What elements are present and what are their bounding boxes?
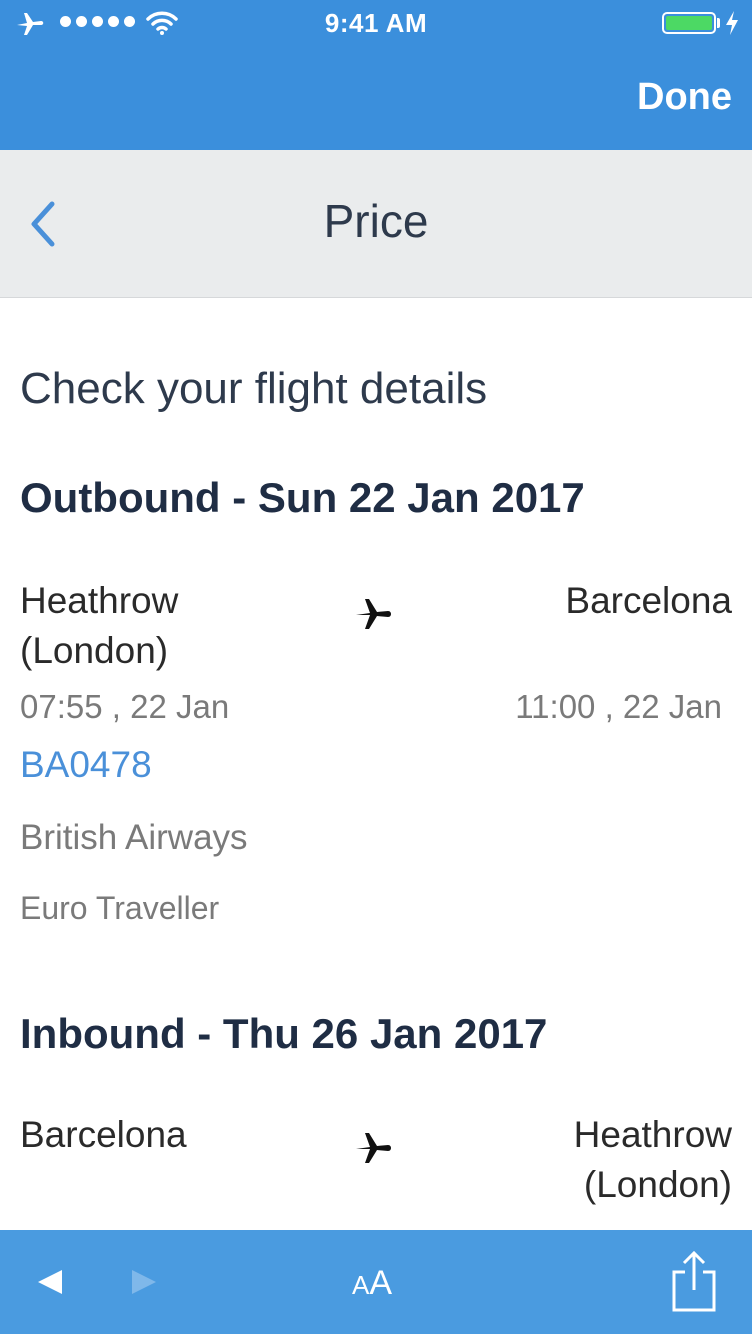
status-bar: 9:41 AM xyxy=(0,0,752,48)
text-size-icon[interactable]: AA xyxy=(352,1264,392,1303)
inbound-destination-line2: (London) xyxy=(583,1164,732,1205)
status-time: 9:41 AM xyxy=(324,8,428,38)
inbound-destination: Heathrow (London) xyxy=(574,1110,732,1210)
outbound-depart-time: 07:55 , 22 Jan xyxy=(20,688,230,725)
flight-details-content[interactable]: Check your flight details Outbound - Sun… xyxy=(0,298,752,1230)
charging-bolt-icon xyxy=(726,11,738,35)
flight-number-link[interactable]: BA0478 xyxy=(20,744,152,786)
done-button[interactable]: Done xyxy=(637,76,732,119)
airline-name: British Airways xyxy=(20,818,248,857)
browser-toolbar: AA xyxy=(0,1230,752,1334)
plane-icon xyxy=(356,1133,391,1163)
page-title: Price xyxy=(323,195,429,247)
inbound-destination-line1: Heathrow xyxy=(573,1114,732,1155)
text-size-big-a: A xyxy=(369,1264,393,1302)
share-icon[interactable] xyxy=(668,1250,720,1314)
cabin-class: Euro Traveller xyxy=(20,890,220,926)
outbound-destination: Barcelona xyxy=(565,580,732,621)
outbound-origin: Heathrow (London) xyxy=(20,576,178,676)
nav-bar: Price xyxy=(0,150,752,298)
outbound-title: Outbound - Sun 22 Jan 2017 xyxy=(20,474,585,521)
inbound-title: Inbound - Thu 26 Jan 2017 xyxy=(20,1010,548,1057)
inbound-origin: Barcelona xyxy=(20,1114,187,1155)
battery-icon xyxy=(662,12,716,34)
battery-tip xyxy=(717,18,720,28)
back-arrow-icon[interactable] xyxy=(34,1266,66,1298)
text-size-small-a: A xyxy=(352,1270,370,1300)
plane-icon xyxy=(356,599,391,629)
battery-level xyxy=(666,16,712,30)
page-heading: Check your flight details xyxy=(20,364,488,413)
outbound-origin-line1: Heathrow xyxy=(20,580,179,621)
forward-arrow-icon[interactable] xyxy=(128,1266,160,1298)
outbound-arrive-time: 11:00 , 22 Jan xyxy=(515,688,722,725)
top-bar: Done xyxy=(0,48,752,150)
outbound-origin-line2: (London) xyxy=(20,630,169,671)
